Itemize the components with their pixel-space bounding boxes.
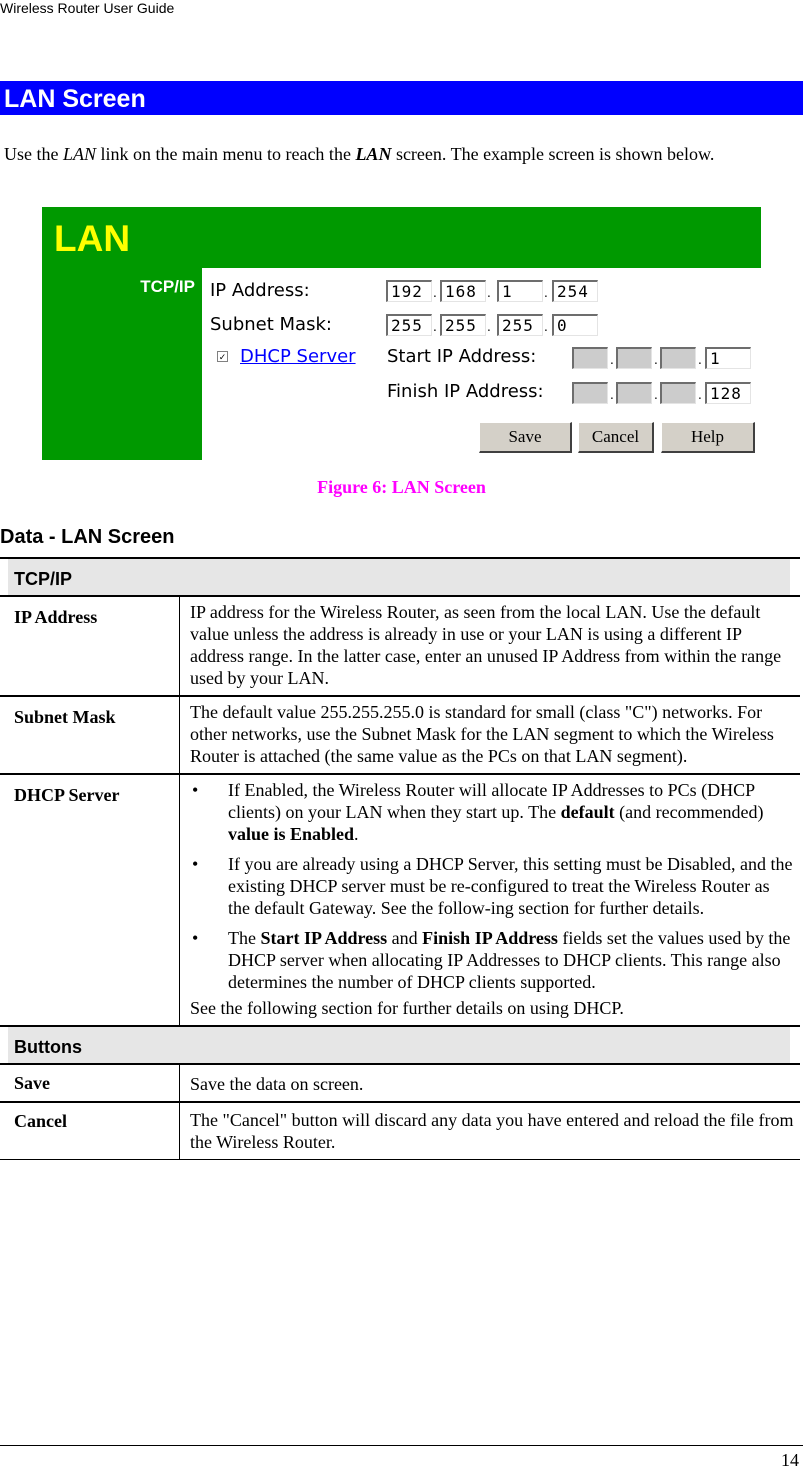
octet-separator: .: [544, 286, 548, 300]
bullet-text: The Start IP Address and Finish IP Addre…: [216, 927, 796, 993]
save-button[interactable]: Save: [479, 422, 572, 453]
figure-caption: Figure 6: LAN Screen: [317, 477, 486, 497]
footer-rule: [0, 1445, 803, 1446]
bullet-icon: •: [192, 780, 199, 800]
text: (and recommended): [614, 802, 764, 822]
text: and: [387, 928, 423, 948]
subnet-mask-octet-1[interactable]: 255: [386, 314, 432, 336]
octet-separator: .: [544, 320, 548, 334]
figure-lan-title: LAN: [54, 218, 131, 259]
subnet-mask-label: Subnet Mask:: [210, 314, 332, 335]
bold-text: value is Enabled: [228, 824, 355, 844]
cancel-button[interactable]: Cancel: [578, 422, 654, 453]
octet-separator: .: [487, 320, 491, 334]
intro-lan-link-word: LAN: [62, 144, 96, 164]
ip-address-octet-1[interactable]: 192: [386, 280, 432, 302]
start-ip-octet-3: [660, 347, 696, 369]
row-label: DHCP Server: [0, 775, 180, 1025]
help-button[interactable]: Help: [661, 422, 755, 453]
bold-text: Start IP Address: [260, 928, 388, 948]
table-row-subnet-mask: Subnet Mask The default value 255.255.25…: [0, 697, 800, 775]
row-label: Cancel: [0, 1103, 180, 1159]
octet-separator: .: [698, 388, 702, 402]
subnet-mask-octet-3[interactable]: 255: [497, 314, 543, 336]
start-ip-address-label: Start IP Address:: [387, 346, 537, 367]
ip-address-octet-2[interactable]: 168: [440, 280, 486, 302]
row-description: The "Cancel" button will discard any dat…: [190, 1110, 794, 1152]
table-row-save: Save Save the data on screen.: [0, 1065, 800, 1103]
start-ip-octet-4[interactable]: 1: [705, 347, 751, 369]
finish-ip-octet-1: [572, 382, 608, 404]
ip-address-label: IP Address:: [210, 280, 310, 301]
table-row-dhcp-server: DHCP Server • If Enabled, the Wireless R…: [0, 775, 800, 1027]
bullet-text: If you are already using a DHCP Server, …: [228, 854, 793, 918]
intro-text: screen. The example screen is shown belo…: [391, 144, 715, 164]
data-table: TCP/IP IP Address IP address for the Wir…: [0, 557, 800, 1160]
subnet-mask-octet-2[interactable]: 255: [440, 314, 486, 336]
section-title-banner: LAN Screen: [0, 81, 803, 115]
bullet-icon: •: [192, 928, 199, 948]
text: The: [228, 928, 261, 948]
octet-separator: .: [610, 388, 614, 402]
row-description: • If Enabled, the Wireless Router will a…: [180, 775, 800, 1025]
finish-ip-octet-2: [616, 382, 652, 404]
finish-ip-address-label: Finish IP Address:: [387, 381, 544, 402]
intro-text: Use the: [4, 144, 63, 164]
dhcp-server-checkbox[interactable]: ✓: [217, 351, 228, 362]
ip-address-octet-3[interactable]: 1: [497, 280, 543, 302]
bullet-item: • If you are already using a DHCP Server…: [190, 853, 796, 919]
lan-screen-figure: LAN TCP/IP IP Address: 192 . 168 . 1 . 2…: [42, 207, 761, 460]
running-header: Wireless Router User Guide: [0, 0, 175, 16]
octet-separator: .: [654, 353, 658, 367]
dhcp-server-link[interactable]: DHCP Server: [240, 346, 356, 368]
octet-separator: .: [433, 286, 437, 300]
group-header-buttons: Buttons: [8, 1027, 790, 1063]
bullet-icon: •: [192, 854, 199, 874]
dhcp-note: See the following section for further de…: [190, 998, 624, 1018]
finish-ip-octet-3: [660, 382, 696, 404]
bullet-text: If Enabled, the Wireless Router will all…: [216, 779, 796, 845]
start-ip-octet-1: [572, 347, 608, 369]
intro-paragraph: Use the LAN link on the main menu to rea…: [4, 142, 794, 166]
row-description: Save the data on screen.: [190, 1074, 364, 1094]
bullet-item: • The Start IP Address and Finish IP Add…: [190, 927, 796, 993]
start-ip-octet-2: [616, 347, 652, 369]
figure-tcpip-label: TCP/IP: [140, 277, 195, 296]
ip-address-octet-4[interactable]: 254: [552, 280, 598, 302]
table-row-ip-address: IP Address IP address for the Wireless R…: [0, 597, 800, 697]
octet-separator: .: [433, 320, 437, 334]
octet-separator: .: [654, 388, 658, 402]
text: .: [354, 824, 359, 844]
row-description: The default value 255.255.255.0 is stand…: [190, 702, 774, 766]
data-table-heading: Data - LAN Screen: [0, 526, 175, 548]
octet-separator: .: [610, 353, 614, 367]
bold-text: Finish IP Address: [422, 928, 558, 948]
subnet-mask-octet-4[interactable]: 0: [552, 314, 598, 336]
row-description: IP address for the Wireless Router, as s…: [190, 602, 782, 688]
intro-text: link on the main menu to reach the: [96, 144, 356, 164]
row-label: Save: [0, 1065, 180, 1101]
table-row-cancel: Cancel The "Cancel" button will discard …: [0, 1103, 800, 1160]
bold-text: default: [560, 802, 615, 822]
octet-separator: .: [698, 353, 702, 367]
row-label: Subnet Mask: [0, 697, 180, 773]
intro-lan-screen-word: LAN: [355, 144, 392, 164]
finish-ip-octet-4[interactable]: 128: [705, 382, 751, 404]
row-label: IP Address: [0, 597, 180, 695]
group-header-tcpip: TCP/IP: [8, 559, 790, 595]
octet-separator: .: [487, 286, 491, 300]
bullet-item: • If Enabled, the Wireless Router will a…: [190, 779, 796, 845]
